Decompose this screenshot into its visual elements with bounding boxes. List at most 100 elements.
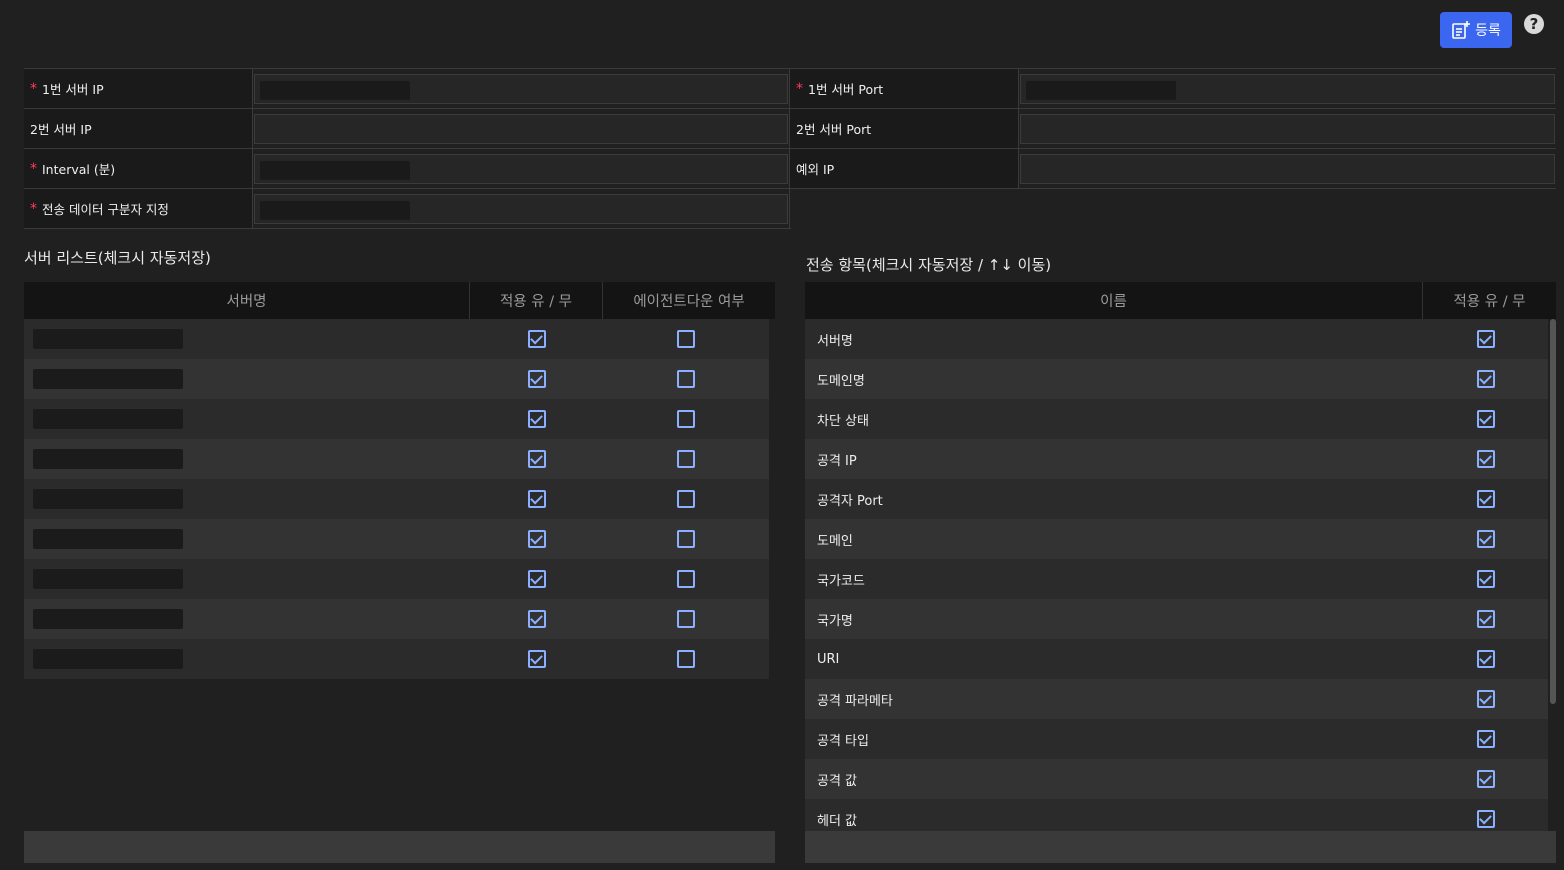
server2-ip-input[interactable]: [254, 113, 788, 144]
list-item[interactable]: URI: [805, 639, 1548, 679]
apply-checkbox[interactable]: [1476, 810, 1495, 828]
agent-down-cell: [603, 639, 769, 679]
column-header-apply[interactable]: 적용 유 / 무: [470, 282, 603, 319]
masked-server-name: [33, 369, 183, 389]
apply-cell: [1423, 439, 1548, 479]
apply-checkbox[interactable]: [527, 410, 546, 428]
agent-down-checkbox[interactable]: [677, 570, 695, 588]
apply-checkbox[interactable]: [1476, 690, 1495, 708]
apply-checkbox[interactable]: [527, 370, 546, 388]
apply-checkbox[interactable]: [1476, 450, 1495, 468]
server-name-cell: [24, 639, 470, 679]
agent-down-checkbox[interactable]: [677, 650, 695, 668]
apply-cell: [470, 439, 603, 479]
form-row: * Interval (분) 예외 IP: [24, 149, 1556, 189]
masked-server-name: [33, 449, 183, 469]
server2-ip-field-cell: [253, 109, 790, 148]
apply-cell: [470, 519, 603, 559]
list-item[interactable]: 공격 IP: [805, 439, 1548, 479]
table-row: [24, 559, 769, 599]
apply-checkbox[interactable]: [1476, 410, 1495, 428]
apply-checkbox[interactable]: [527, 610, 546, 628]
list-item[interactable]: 공격 타입: [805, 719, 1548, 759]
delimiter-input[interactable]: [254, 193, 788, 224]
apply-checkbox[interactable]: [1476, 610, 1495, 628]
agent-down-cell: [603, 319, 769, 359]
apply-checkbox[interactable]: [1476, 570, 1495, 588]
server1-ip-input[interactable]: [254, 73, 788, 104]
agent-down-checkbox[interactable]: [677, 610, 695, 628]
server2-port-input[interactable]: [1020, 113, 1555, 144]
list-item[interactable]: 공격 값: [805, 759, 1548, 799]
item-name: 헤더 값: [817, 813, 858, 829]
list-item[interactable]: 도메인: [805, 519, 1548, 559]
server-name-cell: [24, 319, 470, 359]
apply-checkbox[interactable]: [527, 490, 546, 508]
list-item[interactable]: 차단 상태: [805, 399, 1548, 439]
agent-down-checkbox[interactable]: [677, 490, 695, 508]
column-header-agent-down[interactable]: 에이전트다운 여부: [603, 282, 775, 319]
table-footer: [24, 831, 775, 863]
item-name: 공격 타입: [817, 733, 869, 749]
list-item[interactable]: 국가명: [805, 599, 1548, 639]
item-name: 국가명: [817, 613, 853, 629]
required-mark: *: [30, 200, 37, 217]
apply-checkbox[interactable]: [527, 330, 546, 348]
apply-checkbox[interactable]: [1476, 650, 1495, 668]
list-item[interactable]: 헤더 값: [805, 799, 1548, 831]
list-item[interactable]: 공격자 Port: [805, 479, 1548, 519]
agent-down-cell: [603, 399, 769, 439]
apply-checkbox[interactable]: [527, 530, 546, 548]
exception-ip-field-cell: [1019, 149, 1556, 188]
server1-port-input[interactable]: [1020, 73, 1555, 104]
interval-input[interactable]: [254, 153, 788, 184]
apply-cell: [1423, 559, 1548, 599]
masked-value: [260, 200, 410, 220]
help-icon[interactable]: ?: [1524, 14, 1544, 34]
agent-down-checkbox[interactable]: [677, 530, 695, 548]
apply-cell: [1423, 319, 1548, 359]
apply-checkbox[interactable]: [1476, 770, 1495, 788]
delimiter-label: * 전송 데이터 구분자 지정: [24, 189, 253, 228]
exception-ip-input[interactable]: [1020, 153, 1555, 184]
list-item[interactable]: 국가코드: [805, 559, 1548, 599]
agent-down-checkbox[interactable]: [677, 410, 695, 428]
agent-down-checkbox[interactable]: [677, 330, 695, 348]
masked-server-name: [33, 409, 183, 429]
agent-down-checkbox[interactable]: [677, 370, 695, 388]
server-list-body: [24, 319, 769, 679]
apply-checkbox[interactable]: [1476, 730, 1495, 748]
column-header-server-name[interactable]: 서버명: [24, 282, 470, 319]
list-item[interactable]: 공격 파라메타: [805, 679, 1548, 719]
apply-checkbox[interactable]: [527, 650, 546, 668]
column-header-apply[interactable]: 적용 유 / 무: [1423, 282, 1556, 319]
apply-checkbox[interactable]: [527, 570, 546, 588]
item-name: 공격 파라메타: [817, 693, 893, 709]
label-text: 2번 서버 Port: [796, 122, 872, 137]
masked-server-name: [33, 569, 183, 589]
column-header-name[interactable]: 이름: [805, 282, 1423, 319]
scrollbar[interactable]: [1550, 319, 1556, 704]
table-row: [24, 599, 769, 639]
server-list-title: 서버 리스트(체크시 자동저장): [24, 249, 211, 267]
apply-checkbox[interactable]: [1476, 370, 1495, 388]
server-name-cell: [24, 359, 470, 399]
label-text: 2번 서버 IP: [30, 122, 92, 137]
apply-cell: [1423, 399, 1548, 439]
apply-checkbox[interactable]: [1476, 330, 1495, 348]
list-item[interactable]: 도메인명: [805, 359, 1548, 399]
list-item[interactable]: 서버명: [805, 319, 1548, 359]
apply-cell: [470, 559, 603, 599]
label-text: 1번 서버 IP: [42, 82, 104, 97]
apply-cell: [1423, 519, 1548, 559]
apply-checkbox[interactable]: [1476, 490, 1495, 508]
apply-checkbox[interactable]: [527, 450, 546, 468]
apply-checkbox[interactable]: [1476, 530, 1495, 548]
agent-down-cell: [603, 599, 769, 639]
agent-down-checkbox[interactable]: [677, 450, 695, 468]
transmit-items-body: 서버명 도메인명 차단 상태 공격 IP 공격자 Port 도메인 국가코드국가명 URI 공격…: [805, 319, 1556, 831]
server-name-cell: [24, 479, 470, 519]
masked-server-name: [33, 609, 183, 629]
register-label: 등록: [1475, 23, 1501, 39]
register-button[interactable]: 등록: [1440, 12, 1512, 48]
